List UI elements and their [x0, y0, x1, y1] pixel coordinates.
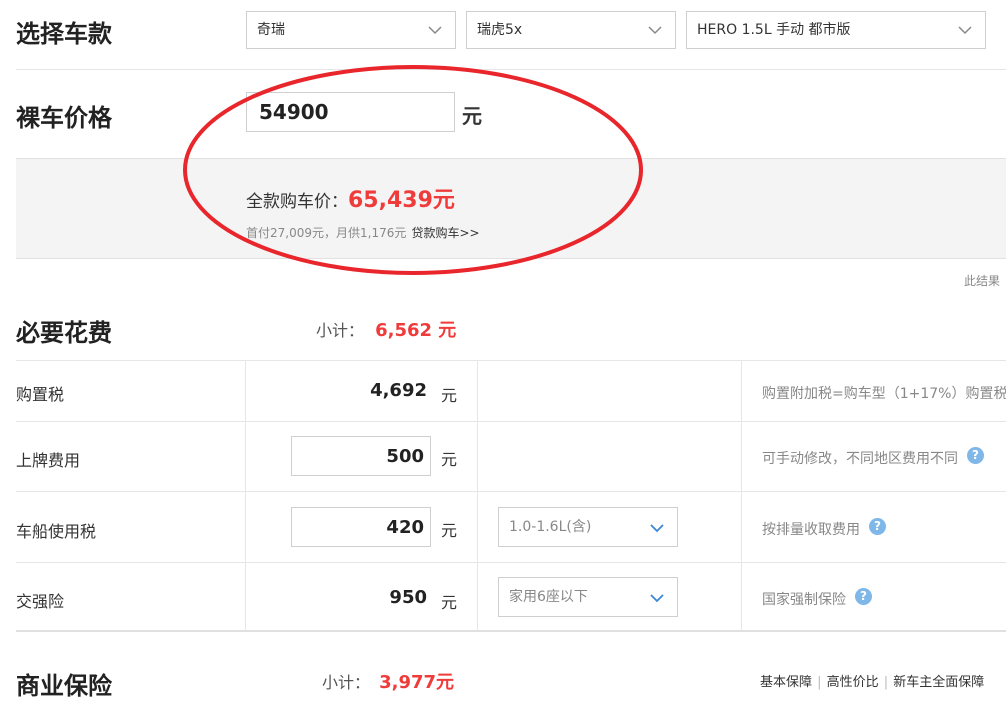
- insurance-plan-links: 基本保障 | 高性价比 | 新车主全面保障: [760, 671, 984, 690]
- seats-select[interactable]: 家用6座以下: [498, 577, 678, 617]
- divider: [16, 421, 1006, 422]
- divider: [477, 360, 478, 630]
- purchase-tax-unit: 元: [441, 386, 458, 405]
- compulsory-insurance-value: 950: [389, 587, 427, 608]
- divider: [741, 360, 742, 630]
- seats-select-value: 家用6座以下: [509, 589, 588, 605]
- divider: [16, 630, 1006, 632]
- compulsory-insurance-unit: 元: [441, 593, 458, 612]
- subtotal-value: 3,977元: [379, 672, 455, 693]
- model-select-value: HERO 1.5L 手动 都市版: [697, 22, 851, 38]
- divider: [16, 491, 1006, 492]
- brand-select-value: 奇瑞: [257, 22, 285, 38]
- vehicle-tax-note: 按排量收取费用: [762, 522, 860, 538]
- purchase-tax-label: 购置税: [16, 385, 65, 404]
- required-fees-title: 必要花费: [16, 319, 112, 347]
- subtotal-label: 小计：: [316, 321, 365, 340]
- purchase-tax-note: 购置附加税=购车型（1+17%）购置税率: [762, 386, 1006, 402]
- required-fees-subtotal: 小计： 6,562 元: [316, 316, 456, 342]
- divider: [245, 360, 246, 630]
- subtotal-value: 6,562 元: [375, 320, 457, 341]
- bare-price-title: 裸车价格: [16, 104, 112, 132]
- result-note: 此结果: [964, 274, 1001, 288]
- question-icon[interactable]: ?: [967, 447, 984, 464]
- purchase-tax-value: 4,692: [370, 380, 427, 401]
- series-select-value: 瑞虎5x: [477, 22, 523, 38]
- plan-basic-link[interactable]: 基本保障: [760, 675, 812, 690]
- question-icon[interactable]: ?: [869, 518, 886, 535]
- subtotal-label: 小计：: [322, 673, 371, 692]
- chevron-down-icon: [648, 26, 662, 35]
- chevron-down-icon: [650, 594, 664, 603]
- compulsory-insurance-label: 交强险: [16, 592, 65, 611]
- series-select[interactable]: 瑞虎5x: [466, 11, 676, 49]
- vehicle-tax-label: 车船使用税: [16, 522, 97, 541]
- chevron-down-icon: [958, 26, 972, 35]
- chevron-down-icon: [650, 524, 664, 533]
- displacement-select-value: 1.0-1.6L(含): [509, 519, 592, 535]
- chevron-down-icon: [428, 26, 442, 35]
- commercial-insurance-subtotal: 小计： 3,977元: [322, 668, 454, 694]
- license-fee-unit: 元: [441, 450, 458, 469]
- plan-full-link[interactable]: 新车主全面保障: [893, 675, 984, 690]
- brand-select[interactable]: 奇瑞: [246, 11, 456, 49]
- separator: |: [883, 675, 889, 690]
- vehicle-tax-unit: 元: [441, 521, 458, 540]
- license-fee-input[interactable]: [291, 436, 431, 476]
- question-icon[interactable]: ?: [855, 588, 872, 605]
- highlight-ellipse: [183, 65, 643, 275]
- divider: [16, 360, 1006, 361]
- vehicle-tax-input[interactable]: [291, 507, 431, 547]
- compulsory-insurance-note: 国家强制保险: [762, 592, 846, 608]
- commercial-insurance-title: 商业保险: [16, 672, 112, 700]
- separator: |: [817, 675, 822, 690]
- model-select[interactable]: HERO 1.5L 手动 都市版: [686, 11, 986, 49]
- select-model-title: 选择车款: [16, 20, 112, 48]
- license-fee-note: 可手动修改，不同地区费用不同: [762, 451, 958, 467]
- displacement-select[interactable]: 1.0-1.6L(含): [498, 507, 678, 547]
- divider: [16, 562, 1006, 563]
- license-fee-label: 上牌费用: [16, 451, 81, 470]
- plan-value-link[interactable]: 高性价比: [827, 675, 879, 690]
